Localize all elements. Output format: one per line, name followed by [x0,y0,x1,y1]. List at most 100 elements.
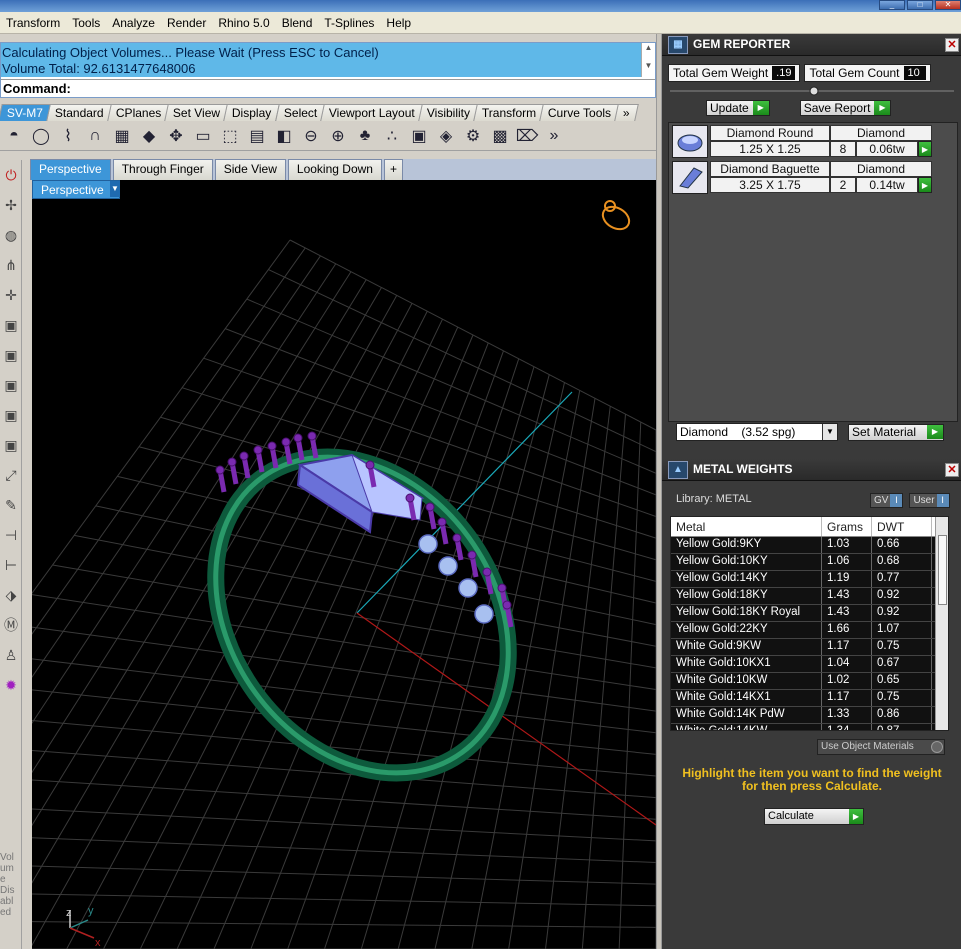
delete-icon[interactable]: ⌦ [515,124,539,148]
column-grams[interactable]: Grams [822,517,872,536]
gem-cluster-icon[interactable]: ♣ [353,124,377,148]
material-select[interactable]: Diamond (3.52 spg) ▼ [676,423,838,441]
command-input[interactable]: Command: [1,79,655,97]
menu-analyze[interactable]: Analyze [106,16,161,30]
viewport-label[interactable]: Perspective [32,180,120,199]
globe-icon[interactable]: ◍ [0,220,22,250]
scrollbar-thumb[interactable] [938,535,947,605]
toolbar-tab-set-view[interactable]: Set View [164,104,230,121]
tab-looking-down[interactable]: Looking Down [287,159,382,180]
toolbar-tab-viewport-layout[interactable]: Viewport Layout [320,104,424,121]
menu-transform[interactable]: Transform [0,16,66,30]
gem-tool-icon[interactable]: ◆ [137,124,161,148]
tab-through-finger[interactable]: Through Finger [112,159,213,180]
gem-size-slider[interactable] [670,86,954,96]
table-row[interactable]: Yellow Gold:18KY Royal 1.43 0.92 [671,605,948,622]
axis-icon[interactable]: ✛ [0,280,22,310]
column-metal[interactable]: Metal [671,517,822,536]
table-row[interactable]: White Gold:14K PdW 1.33 0.86 [671,707,948,724]
settings-gear-icon[interactable]: ⚙ [461,124,485,148]
box-front-icon[interactable]: ▣ [0,340,22,370]
table-row[interactable]: Yellow Gold:22KY 1.66 1.07 [671,622,948,639]
bezel-tool-icon[interactable]: ∩ [83,124,107,148]
figure-icon[interactable]: ♙ [0,640,22,670]
add-viewport-tab-button[interactable]: + [383,159,403,180]
box-top-icon[interactable]: ▣ [0,400,22,430]
gem-reporter-close-icon[interactable]: ✕ [945,38,959,52]
gem-trio-icon[interactable]: ∴ [380,124,404,148]
table-row[interactable]: White Gold:10KX1 1.04 0.67 [671,656,948,673]
metal-table-scrollbar[interactable] [935,517,948,730]
gem-select-play-icon[interactable]: ▶ [918,141,932,157]
nodes-icon[interactable]: ⋔ [0,250,22,280]
metal-weights-close-icon[interactable]: ✕ [945,463,959,477]
monitor-icon[interactable]: ▭ [191,124,215,148]
toolbar-overflow-icon[interactable]: » [542,124,566,148]
grid-layout-icon[interactable]: ▩ [488,124,512,148]
table-row[interactable]: White Gold:14KX1 1.17 0.75 [671,690,948,707]
propeller-icon[interactable]: ✢ [0,190,22,220]
pipette-icon[interactable]: ✎ [0,490,22,520]
toolbar-tab-curve-tools[interactable]: Curve Tools [539,104,621,121]
table-row[interactable]: White Gold:14KW 1.34 0.87 [671,724,948,730]
snap-off-icon[interactable]: ⊣ [0,520,22,550]
tab-perspective[interactable]: Perspective [30,159,111,180]
menu-tsplines[interactable]: T-Splines [318,16,380,30]
toolbar-tab-cplanes[interactable]: CPlanes [106,104,170,121]
box-side-icon[interactable]: ▣ [0,370,22,400]
maximize-button[interactable]: □ [907,0,933,10]
toolbar-tabs-overflow[interactable]: » [614,104,639,121]
toolbar-tab-transform[interactable]: Transform [473,104,545,121]
perspective-viewport[interactable]: z y x Perspective ▼ [32,180,656,949]
update-button[interactable]: Update ▶ [706,100,770,116]
table-row[interactable]: Yellow Gold:14KY 1.19 0.77 [671,571,948,588]
command-history-scrollbar[interactable]: ▲ ▼ [641,43,655,77]
mirror-icon[interactable]: ◧ [272,124,296,148]
box-icon[interactable]: ▣ [0,310,22,340]
column-dwt[interactable]: DWT [872,517,932,536]
menu-blend[interactable]: Blend [276,16,319,30]
toolbar-tab-svm7[interactable]: SV-M7 [0,104,52,121]
menu-render[interactable]: Render [161,16,212,30]
cut-plane-icon[interactable]: ⊕ [326,124,350,148]
menu-tools[interactable]: Tools [66,16,106,30]
save-report-button[interactable]: Save Report ▶ [799,100,892,116]
box-perspective-icon[interactable]: ▣ [0,430,22,460]
gem-row[interactable]: Diamond Baguette Diamond 3.25 X 1.75 2 0… [672,161,932,194]
calculate-button[interactable]: Calculate ▶ [764,808,864,825]
table-row[interactable]: White Gold:10KW 1.02 0.65 [671,673,948,690]
select-box-icon[interactable]: ⬚ [218,124,242,148]
pave-tool-icon[interactable]: ▦ [110,124,134,148]
table-row[interactable]: Yellow Gold:10KY 1.06 0.68 [671,554,948,571]
m-icon[interactable]: Ⓜ [0,610,22,640]
snap-r-icon[interactable]: ⊢ [0,550,22,580]
gear-purple-icon[interactable]: ✹ [0,670,22,700]
table-row[interactable]: Yellow Gold:18KY 1.43 0.92 [671,588,948,605]
toolbar-tab-display[interactable]: Display [223,104,281,121]
toolbar-tab-select[interactable]: Select [274,104,326,121]
scale-icon[interactable]: ⤢ [0,460,22,490]
table-row[interactable]: Yellow Gold:9KY 1.03 0.66 [671,537,948,554]
toolbar-tab-standard[interactable]: Standard [46,104,113,121]
minimize-button[interactable]: _ [879,0,905,10]
save-icon[interactable]: ▣ [407,124,431,148]
table-row[interactable]: White Gold:9KW 1.17 0.75 [671,639,948,656]
fe-tool-icon[interactable]: ▤ [245,124,269,148]
gem-row[interactable]: Diamond Round Diamond 1.25 X 1.25 8 0.06… [672,125,932,158]
menu-rhino5[interactable]: Rhino 5.0 [212,16,275,30]
close-button[interactable]: ✕ [935,0,961,10]
ring-profile-icon[interactable]: ◯ [29,124,53,148]
set-material-button[interactable]: Set Material ▶ [848,424,944,441]
use-object-materials-checkbox[interactable]: Use Object Materials [817,739,945,755]
toolbar-tab-visibility[interactable]: Visibility [417,104,479,121]
tab-side-view[interactable]: Side View [214,159,286,180]
power-icon[interactable]: ⏻ [0,160,22,190]
user-toggle[interactable]: User I [909,493,950,508]
ring-wizard-icon[interactable]: ◓ [2,124,26,148]
array-polar-icon[interactable]: ⊖ [299,124,323,148]
gem-select-play-icon[interactable]: ▶ [918,177,932,193]
render-cube-icon[interactable]: ◈ [434,124,458,148]
gumball-icon[interactable]: ✥ [164,124,188,148]
shank-tool-icon[interactable]: ⌇ [56,124,80,148]
transform-icon[interactable]: ⬗ [0,580,22,610]
